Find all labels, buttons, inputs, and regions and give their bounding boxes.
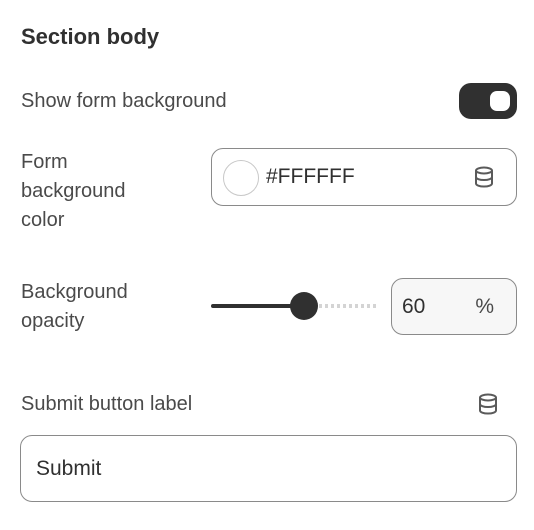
slider-thumb[interactable]: [290, 292, 318, 320]
slider-track-empty: [319, 304, 379, 308]
form-background-color-field[interactable]: #FFFFFF: [211, 148, 517, 206]
opacity-value[interactable]: 60: [402, 293, 425, 321]
section-title: Section body: [21, 24, 160, 49]
form-background-color-label-line-1: Form: [21, 151, 68, 173]
background-opacity-label-line-2: opacity: [21, 310, 85, 332]
opacity-input[interactable]: 60 %: [391, 278, 517, 335]
percent-suffix: %: [475, 295, 494, 318]
opacity-slider[interactable]: [211, 289, 379, 323]
database-icon[interactable]: [470, 163, 498, 191]
color-swatch[interactable]: [223, 160, 259, 196]
show-form-background-toggle[interactable]: [459, 83, 517, 119]
form-background-color-label-line-3: color: [21, 209, 65, 231]
submit-button-label-label: Submit button label: [21, 393, 193, 415]
form-background-color-label: Form background color: [21, 148, 126, 235]
show-form-background-label: Show form background: [21, 90, 227, 112]
background-opacity-label: Background opacity: [21, 278, 128, 336]
database-icon[interactable]: [474, 390, 502, 418]
toggle-knob: [490, 91, 510, 111]
form-background-color-label-line-2: background: [21, 180, 126, 202]
color-value[interactable]: #FFFFFF: [266, 163, 355, 191]
background-opacity-label-line-1: Background: [21, 281, 128, 303]
submit-button-label-value[interactable]: Submit: [36, 455, 101, 483]
submit-button-label-input[interactable]: Submit: [20, 435, 517, 502]
